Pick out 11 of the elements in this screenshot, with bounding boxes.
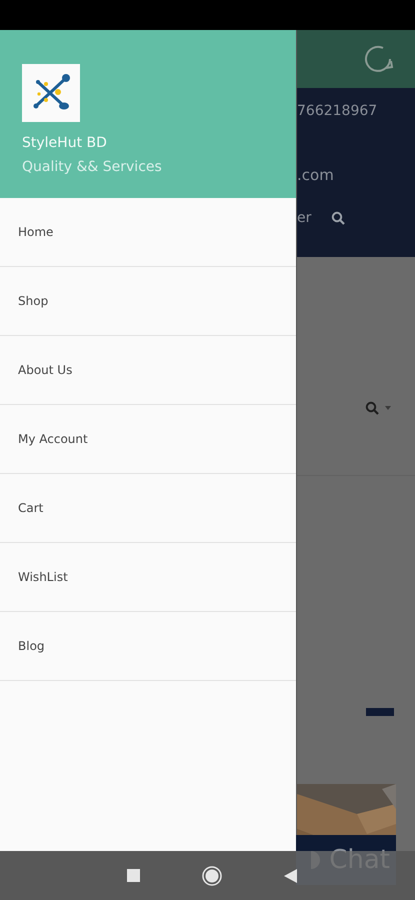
brand-tagline: Quality && Services (22, 159, 163, 175)
email-text: .com (297, 166, 335, 184)
home-button[interactable] (202, 866, 222, 886)
search-icon[interactable] (365, 401, 379, 415)
caret-icon[interactable] (385, 406, 391, 410)
nav-link[interactable]: er (297, 210, 312, 226)
dark-button[interactable] (366, 708, 394, 716)
brand-name: StyleHut BD (22, 135, 108, 151)
phone-number: 766218967 (297, 103, 378, 119)
search-icon[interactable] (331, 211, 346, 225)
logo (22, 64, 80, 122)
